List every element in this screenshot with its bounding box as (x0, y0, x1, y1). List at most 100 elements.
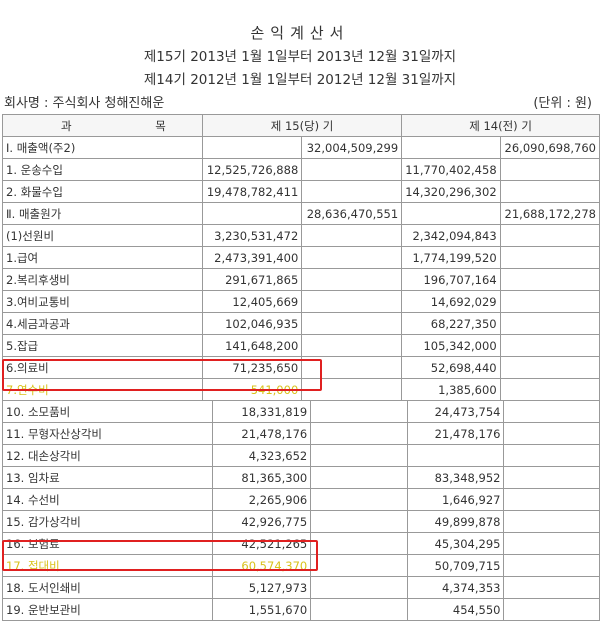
row-label: 10. 소모품비 (2, 400, 213, 423)
prior-total (499, 158, 600, 181)
prior-detail: 21,478,176 (406, 422, 505, 445)
current-detail: 1,551,670 (211, 598, 312, 621)
prior-detail: 1,774,199,520 (401, 246, 501, 269)
prior-total (499, 334, 600, 357)
current-total (310, 422, 408, 445)
row-label: (1)선원비 (2, 224, 203, 247)
prior-total (499, 246, 600, 269)
prior-total (503, 598, 600, 621)
prior-detail (401, 136, 501, 159)
row-label: Ⅱ. 매출원가 (2, 202, 203, 225)
row-label: Ⅰ. 매출액(주2) (2, 136, 203, 159)
row-label: 4.세금과공과 (2, 312, 203, 335)
prior-detail: 14,692,029 (401, 290, 501, 313)
prior-detail: 11,770,402,458 (401, 158, 501, 181)
prior-detail: 49,899,878 (406, 510, 505, 533)
prior-detail: 105,342,000 (401, 334, 501, 357)
row-label: 12. 대손상각비 (2, 444, 213, 467)
table-row: 19. 운반보관비 1,551,670 454,550 (2, 598, 600, 621)
income-statement-table-bottom: 10. 소모품비 18,331,819 24,473,754 11. 무형자산상각비 2… (2, 400, 600, 621)
prior-detail: 24,473,754 (406, 400, 505, 423)
current-detail: 102,046,935 (201, 312, 303, 335)
table-row: 13. 임차료 81,365,300 83,348,952 (2, 466, 600, 489)
row-label: 15. 감가상각비 (2, 510, 213, 533)
prior-detail: 14,320,296,302 (401, 180, 501, 203)
current-total: 28,636,470,551 (301, 202, 403, 225)
row-label: 19. 운반보관비 (2, 598, 213, 621)
table-row: Ⅱ. 매출원가 28,636,470,551 21,688,172,278 (2, 202, 600, 225)
company-name: 회사명 : 주식회사 청해진해운 (4, 96, 165, 111)
current-total (301, 224, 403, 247)
current-detail (201, 136, 303, 159)
header-current: 제 15(당) 기 (201, 114, 403, 137)
current-total (310, 598, 408, 621)
table-row: 10. 소모품비 18,331,819 24,473,754 (2, 400, 600, 423)
table-row: 11. 무형자산상각비 21,478,176 21,478,176 (2, 422, 600, 445)
current-detail: 81,365,300 (211, 466, 312, 489)
table-row: 1.급여 2,473,391,400 1,774,199,520 (2, 246, 600, 269)
current-total (310, 510, 408, 533)
table-row: 2.복리후생비 291,671,865 196,707,164 (2, 268, 600, 291)
prior-total (503, 554, 600, 577)
prior-detail: 2,342,094,843 (401, 224, 501, 247)
current-total (301, 312, 403, 335)
row-label: 2. 화물수입 (2, 180, 203, 203)
prior-total (503, 532, 600, 555)
current-detail: 19,478,782,411 (201, 180, 303, 203)
current-detail: 3,230,531,472 (201, 224, 303, 247)
prior-total (503, 400, 600, 423)
current-total (301, 158, 403, 181)
table-row: 3.여비교통비 12,405,669 14,692,029 (2, 290, 600, 313)
prior-total: 21,688,172,278 (499, 202, 600, 225)
highlight-box-training (2, 359, 322, 391)
table-row: 4.세금과공과 102,046,935 68,227,350 (2, 312, 600, 335)
prior-detail: 454,550 (406, 598, 505, 621)
period-current: 제15기 2013년 1월 1일부터 2013년 12월 31일까지 (143, 49, 457, 65)
table-row: 14. 수선비 2,265,906 1,646,927 (2, 488, 600, 511)
current-total (310, 554, 408, 577)
prior-detail: 68,227,350 (401, 312, 501, 335)
row-label: 5.잡급 (2, 334, 203, 357)
prior-total (499, 268, 600, 291)
prior-total (503, 466, 600, 489)
row-label: 3.여비교통비 (2, 290, 203, 313)
prior-total: 26,090,698,760 (499, 136, 600, 159)
row-label: 1.급여 (2, 246, 203, 269)
table-row: 2. 화물수입 19,478,782,411 14,320,296,302 (2, 180, 600, 203)
prior-total (499, 312, 600, 335)
current-detail: 5,127,973 (211, 576, 312, 599)
header-item-a: 과 (61, 118, 72, 133)
current-detail: 21,478,176 (211, 422, 312, 445)
prior-total (503, 488, 600, 511)
prior-total (503, 510, 600, 533)
table-row: Ⅰ. 매출액(주2) 32,004,509,299 26,090,698,760 (2, 136, 600, 159)
current-total (301, 334, 403, 357)
current-detail (201, 202, 303, 225)
current-detail: 18,331,819 (211, 400, 312, 423)
current-total (310, 466, 408, 489)
header-prior: 제 14(전) 기 (401, 114, 600, 137)
prior-total (499, 290, 600, 313)
current-total: 32,004,509,299 (301, 136, 403, 159)
prior-total (499, 378, 600, 401)
statement-title: 손익계산서 (250, 24, 350, 42)
current-detail: 141,648,200 (201, 334, 303, 357)
current-total (310, 576, 408, 599)
table-header-row: 과 목 제 15(당) 기 제 14(전) 기 (2, 114, 600, 137)
current-total (310, 488, 408, 511)
prior-total (503, 422, 600, 445)
row-label: 11. 무형자산상각비 (2, 422, 213, 445)
prior-detail: 196,707,164 (401, 268, 501, 291)
income-statement-table-top: 과 목 제 15(당) 기 제 14(전) 기 Ⅰ. 매출액(주2) 32,004… (2, 114, 600, 401)
row-label: 14. 수선비 (2, 488, 213, 511)
row-label: 2.복리후생비 (2, 268, 203, 291)
prior-detail: 1,646,927 (406, 488, 505, 511)
period-prior: 제14기 2012년 1월 1일부터 2012년 12월 31일까지 (143, 72, 457, 88)
table-row: 18. 도서인쇄비 5,127,973 4,374,353 (2, 576, 600, 599)
prior-total (499, 180, 600, 203)
current-detail: 42,926,775 (211, 510, 312, 533)
table-row: 5.잡급 141,648,200 105,342,000 (2, 334, 600, 357)
current-detail: 291,671,865 (201, 268, 303, 291)
prior-detail: 50,709,715 (406, 554, 505, 577)
current-detail: 2,473,391,400 (201, 246, 303, 269)
